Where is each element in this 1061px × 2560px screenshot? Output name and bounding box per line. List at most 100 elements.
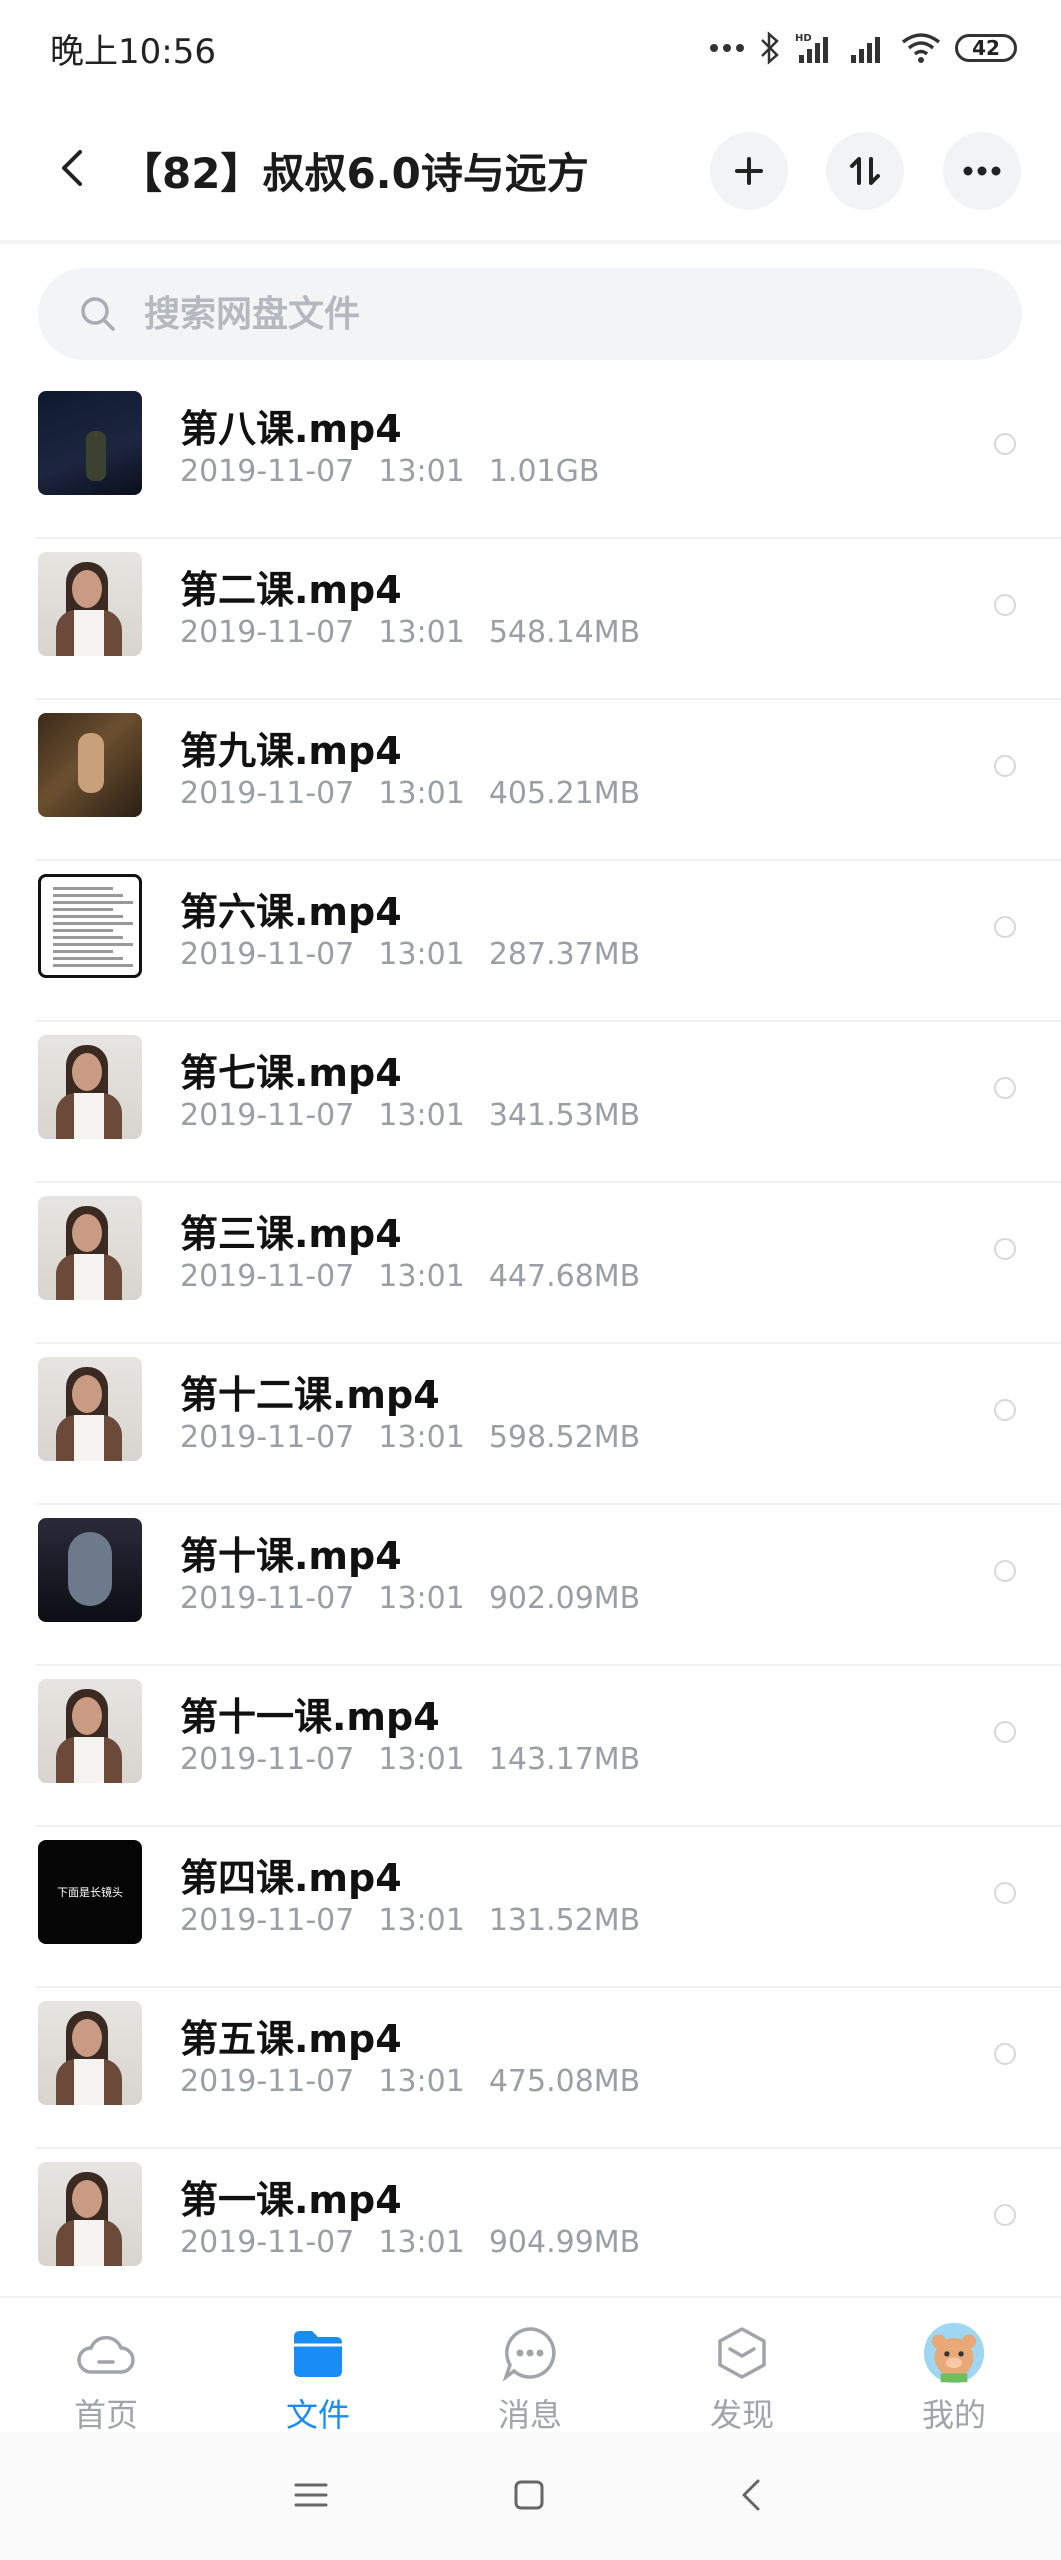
file-time: 13:01	[378, 1420, 465, 1455]
file-size: 598.52MB	[488, 1420, 641, 1455]
nav-label-messages: 消息	[497, 2396, 562, 2434]
file-meta: 2019-11-07 13:01 287.37MB	[180, 937, 640, 972]
file-date: 2019-11-07	[180, 615, 355, 650]
video-thumbnail	[38, 1518, 142, 1622]
select-radio[interactable]	[994, 1238, 1016, 1260]
file-size: 143.17MB	[488, 1742, 641, 1777]
battery-indicator: 42	[955, 34, 1017, 62]
file-date: 2019-11-07	[180, 776, 355, 811]
file-name: 第十二课.mp4	[180, 1373, 440, 1417]
file-row[interactable]: 第九课.mp4 2019-11-07 13:01 405.21MB	[0, 700, 1061, 861]
file-meta: 2019-11-07 13:01 598.52MB	[180, 1420, 640, 1455]
more-button[interactable]	[943, 132, 1021, 210]
file-size: 287.37MB	[488, 937, 641, 972]
search-input[interactable]	[142, 292, 1022, 336]
select-radio[interactable]	[994, 1721, 1016, 1743]
bottom-nav: 首页 文件 消息 发现 我的	[0, 2296, 1061, 2434]
status-icons: HD 42	[709, 24, 1017, 72]
file-row[interactable]: 第十课.mp4 2019-11-07 13:01 902.09MB	[0, 1505, 1061, 1666]
file-meta: 2019-11-07 13:01 904.99MB	[180, 2225, 640, 2260]
file-name: 第八课.mp4	[180, 407, 402, 451]
file-size: 548.14MB	[488, 615, 641, 650]
wifi-icon	[901, 33, 941, 63]
file-time: 13:01	[378, 2225, 465, 2260]
file-name: 第一课.mp4	[180, 2178, 402, 2222]
signal-hd-icon: HD	[795, 33, 828, 63]
file-name: 第五课.mp4	[180, 2017, 402, 2061]
nav-label-discover: 发现	[709, 2396, 774, 2434]
file-row[interactable]: 第八课.mp4 2019-11-07 13:01 1.01GB	[0, 378, 1061, 539]
status-time: 晚上10:56	[50, 32, 216, 72]
video-thumbnail: 下面是长镜头	[38, 1840, 142, 1944]
sort-button[interactable]	[826, 132, 904, 210]
file-date: 2019-11-07	[180, 454, 355, 489]
nav-me[interactable]: 我的	[848, 2298, 1060, 2434]
system-back-button[interactable]	[726, 2470, 776, 2520]
select-radio[interactable]	[994, 1077, 1016, 1099]
file-date: 2019-11-07	[180, 1259, 355, 1294]
file-row[interactable]: 第五课.mp4 2019-11-07 13:01 475.08MB	[0, 1988, 1061, 2149]
home-button[interactable]	[504, 2470, 554, 2520]
file-meta: 2019-11-07 13:01 405.21MB	[180, 776, 640, 811]
select-radio[interactable]	[994, 1399, 1016, 1421]
file-size: 447.68MB	[488, 1259, 641, 1294]
back-button[interactable]	[44, 140, 100, 196]
search-icon	[74, 290, 122, 338]
file-meta: 2019-11-07 13:01 548.14MB	[180, 615, 640, 650]
svg-text:HD: HD	[795, 33, 812, 44]
select-radio[interactable]	[994, 916, 1016, 938]
system-nav-bar	[0, 2432, 1061, 2560]
file-time: 13:01	[378, 615, 465, 650]
nav-files[interactable]: 文件	[212, 2298, 424, 2434]
file-time: 13:01	[378, 1259, 465, 1294]
select-radio[interactable]	[994, 1882, 1016, 1904]
file-row[interactable]: 第六课.mp4 2019-11-07 13:01 287.37MB	[0, 861, 1061, 1022]
nav-discover[interactable]: 发现	[636, 2298, 848, 2434]
file-date: 2019-11-07	[180, 1098, 355, 1133]
header: 【82】叔叔6.0诗与远方	[0, 110, 1061, 230]
header-divider	[0, 240, 1061, 244]
select-radio[interactable]	[994, 594, 1016, 616]
file-meta: 2019-11-07 13:01 131.52MB	[180, 1903, 640, 1938]
video-thumbnail	[38, 874, 142, 978]
page-title: 【82】叔叔6.0诗与远方	[120, 149, 589, 198]
file-name: 第六课.mp4	[180, 890, 402, 934]
file-row[interactable]: 第三课.mp4 2019-11-07 13:01 447.68MB	[0, 1183, 1061, 1344]
select-radio[interactable]	[994, 755, 1016, 777]
file-name: 第十一课.mp4	[180, 1695, 440, 1739]
status-bar: 晚上10:56 HD 42	[0, 0, 1061, 96]
thumbnail-caption: 下面是长镜头	[57, 1886, 123, 1899]
nav-label-files: 文件	[285, 2396, 350, 2434]
square-icon	[514, 2480, 544, 2510]
add-button[interactable]	[710, 132, 788, 210]
file-row[interactable]: 第七课.mp4 2019-11-07 13:01 341.53MB	[0, 1022, 1061, 1183]
file-date: 2019-11-07	[180, 2064, 355, 2099]
cloud-icon	[75, 2322, 137, 2384]
nav-messages[interactable]: 消息	[424, 2298, 636, 2434]
file-name: 第十课.mp4	[180, 1534, 402, 1578]
file-row[interactable]: 第二课.mp4 2019-11-07 13:01 548.14MB	[0, 539, 1061, 700]
file-time: 13:01	[378, 1742, 465, 1777]
file-date: 2019-11-07	[180, 937, 355, 972]
file-row[interactable]: 第十一课.mp4 2019-11-07 13:01 143.17MB	[0, 1666, 1061, 1827]
select-radio[interactable]	[994, 2043, 1016, 2065]
select-radio[interactable]	[994, 1560, 1016, 1582]
select-radio[interactable]	[994, 2204, 1016, 2226]
select-radio[interactable]	[994, 433, 1016, 455]
nav-home[interactable]: 首页	[0, 2298, 212, 2434]
file-time: 13:01	[378, 1581, 465, 1616]
search-bar[interactable]	[38, 268, 1022, 360]
recents-button[interactable]	[286, 2470, 336, 2520]
file-row[interactable]: 下面是长镜头 第四课.mp4 2019-11-07 13:01 131.52MB	[0, 1827, 1061, 1988]
file-row[interactable]: 第一课.mp4 2019-11-07 13:01 904.99MB	[0, 2149, 1061, 2310]
file-name: 第二课.mp4	[180, 568, 402, 612]
cube-icon	[711, 2322, 773, 2384]
file-size: 904.99MB	[488, 2225, 641, 2260]
file-meta: 2019-11-07 13:01 475.08MB	[180, 2064, 640, 2099]
file-row[interactable]: 第十二课.mp4 2019-11-07 13:01 598.52MB	[0, 1344, 1061, 1505]
signal-icon	[851, 37, 880, 63]
more-dots-icon	[710, 44, 744, 52]
menu-icon	[294, 2483, 328, 2507]
nav-label-home: 首页	[73, 2396, 138, 2434]
file-name: 第四课.mp4	[180, 1856, 402, 1900]
